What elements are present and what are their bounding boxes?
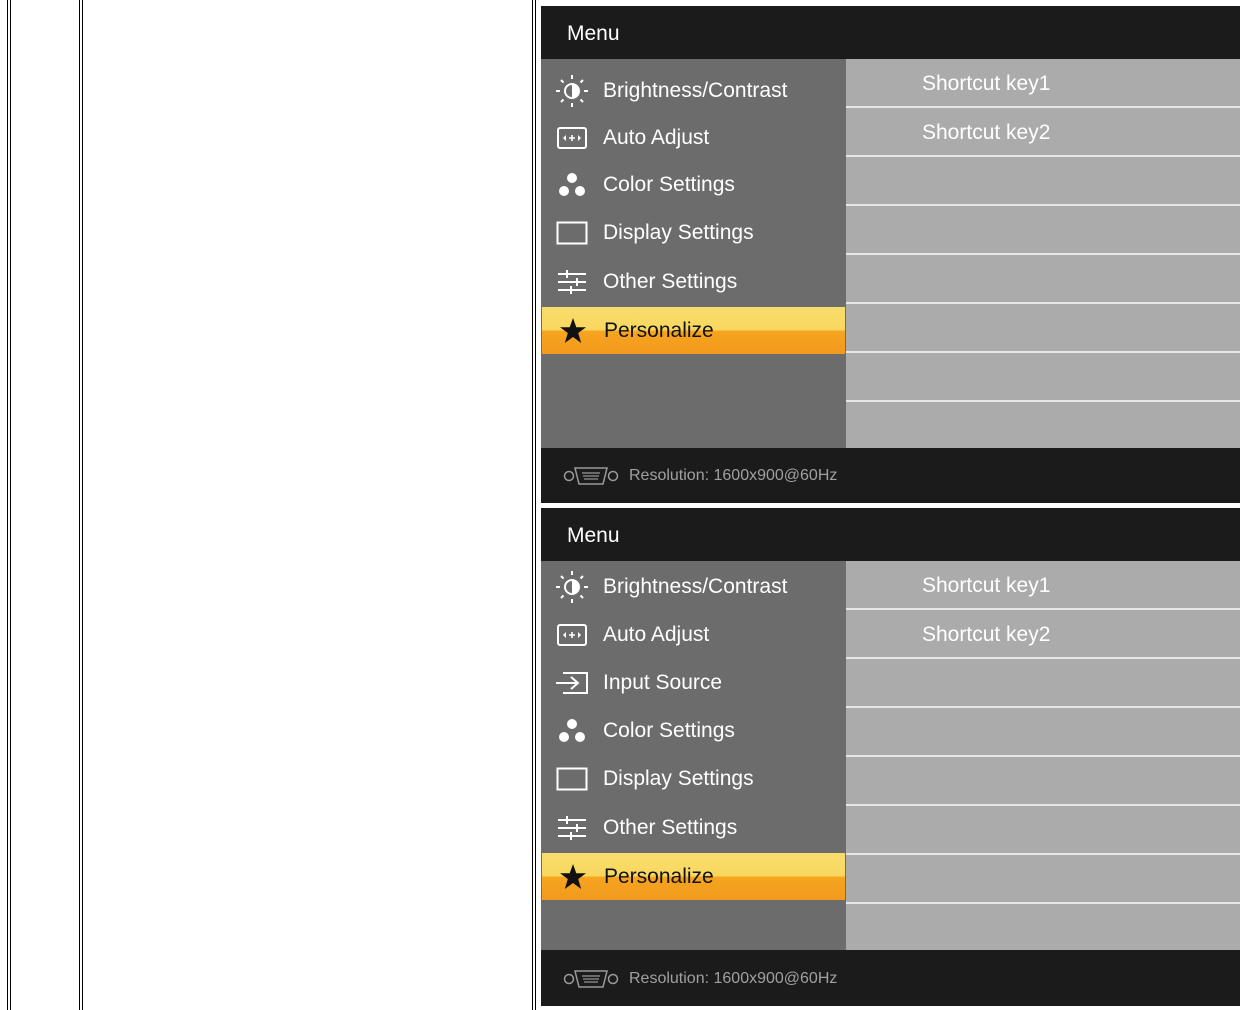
menu-item-label: Input Source (603, 670, 723, 694)
menu-item-label: Other Settings (603, 815, 738, 839)
osd-menu-panel: Menu Brightness/Contrast (541, 508, 1240, 1006)
menu-item-color-settings[interactable]: Color Settings (541, 161, 846, 208)
divider (846, 351, 1240, 353)
table-border (535, 0, 536, 1010)
divider (846, 706, 1240, 708)
divider (846, 755, 1240, 757)
menu-item-personalize[interactable]: Personalize (542, 307, 845, 354)
menu-item-color-settings[interactable]: Color Settings (541, 707, 846, 754)
divider (846, 902, 1240, 904)
other-settings-icon (541, 258, 603, 305)
table-border (532, 0, 533, 1010)
divider (846, 804, 1240, 806)
main-menu: Brightness/Contrast Auto Adjust Color Se… (541, 59, 846, 448)
menu-item-brightness-contrast[interactable]: Brightness/Contrast (541, 67, 846, 114)
divider (846, 155, 1240, 157)
brightness-icon (541, 563, 603, 610)
resolution-text: Resolution: 1600x900@60Hz (629, 466, 838, 484)
main-menu: Brightness/Contrast Auto Adjust Input So… (541, 561, 846, 950)
divider (846, 106, 1240, 108)
menu-item-other-settings[interactable]: Other Settings (541, 258, 846, 305)
input-source-icon (541, 659, 603, 706)
color-settings-icon (541, 161, 603, 208)
divider (846, 657, 1240, 659)
menu-item-auto-adjust[interactable]: Auto Adjust (541, 114, 846, 161)
vga-connector-icon (563, 968, 619, 990)
menu-item-label: Personalize (604, 318, 714, 342)
menu-title: Menu (567, 22, 620, 45)
shortcut-key-2[interactable]: Shortcut key2 (922, 121, 1050, 145)
vga-connector-icon (563, 465, 619, 487)
menu-item-label: Other Settings (603, 269, 738, 293)
divider (846, 608, 1240, 610)
resolution-text: Resolution: 1600x900@60Hz (629, 969, 838, 987)
menu-item-label: Brightness/Contrast (603, 574, 788, 598)
divider (846, 204, 1240, 206)
table-border (79, 0, 80, 1010)
status-bar: Resolution: 1600x900@60Hz (541, 951, 1240, 1006)
menu-title: Menu (567, 524, 620, 547)
menu-item-label: Personalize (604, 864, 714, 888)
menu-item-label: Auto Adjust (603, 622, 710, 646)
menu-item-label: Brightness/Contrast (603, 78, 788, 102)
divider (846, 302, 1240, 304)
osd-menu-panel: Menu Brightness/Contrast (541, 6, 1240, 503)
table-border (10, 0, 11, 1010)
menu-item-brightness-contrast[interactable]: Brightness/Contrast (541, 563, 846, 610)
divider (846, 400, 1240, 402)
menu-item-other-settings[interactable]: Other Settings (541, 804, 846, 851)
menu-item-auto-adjust[interactable]: Auto Adjust (541, 611, 846, 658)
display-settings-icon (541, 209, 603, 256)
color-settings-icon (541, 707, 603, 754)
shortcut-key-1[interactable]: Shortcut key1 (922, 72, 1050, 96)
auto-adjust-icon (541, 114, 603, 161)
divider (846, 253, 1240, 255)
shortcut-key-2[interactable]: Shortcut key2 (922, 623, 1050, 647)
submenu-column: Shortcut key1 Shortcut key2 (846, 561, 1240, 950)
menu-item-label: Color Settings (603, 172, 735, 196)
menu-item-label: Auto Adjust (603, 125, 710, 149)
brightness-icon (541, 67, 603, 114)
menu-item-input-source[interactable]: Input Source (541, 659, 846, 706)
table-border (82, 0, 83, 1010)
table-border (7, 0, 8, 1010)
menu-item-label: Display Settings (603, 220, 754, 244)
status-bar: Resolution: 1600x900@60Hz (541, 448, 1240, 503)
divider (846, 853, 1240, 855)
menu-item-display-settings[interactable]: Display Settings (541, 209, 846, 256)
star-icon (542, 853, 604, 900)
display-settings-icon (541, 755, 603, 802)
menu-item-display-settings[interactable]: Display Settings (541, 755, 846, 802)
menu-item-personalize[interactable]: Personalize (542, 853, 845, 900)
auto-adjust-icon (541, 611, 603, 658)
other-settings-icon (541, 804, 603, 851)
menu-item-label: Display Settings (603, 766, 754, 790)
shortcut-key-1[interactable]: Shortcut key1 (922, 574, 1050, 598)
star-icon (542, 307, 604, 354)
submenu-column: Shortcut key1 Shortcut key2 (846, 59, 1240, 448)
menu-item-label: Color Settings (603, 718, 735, 742)
